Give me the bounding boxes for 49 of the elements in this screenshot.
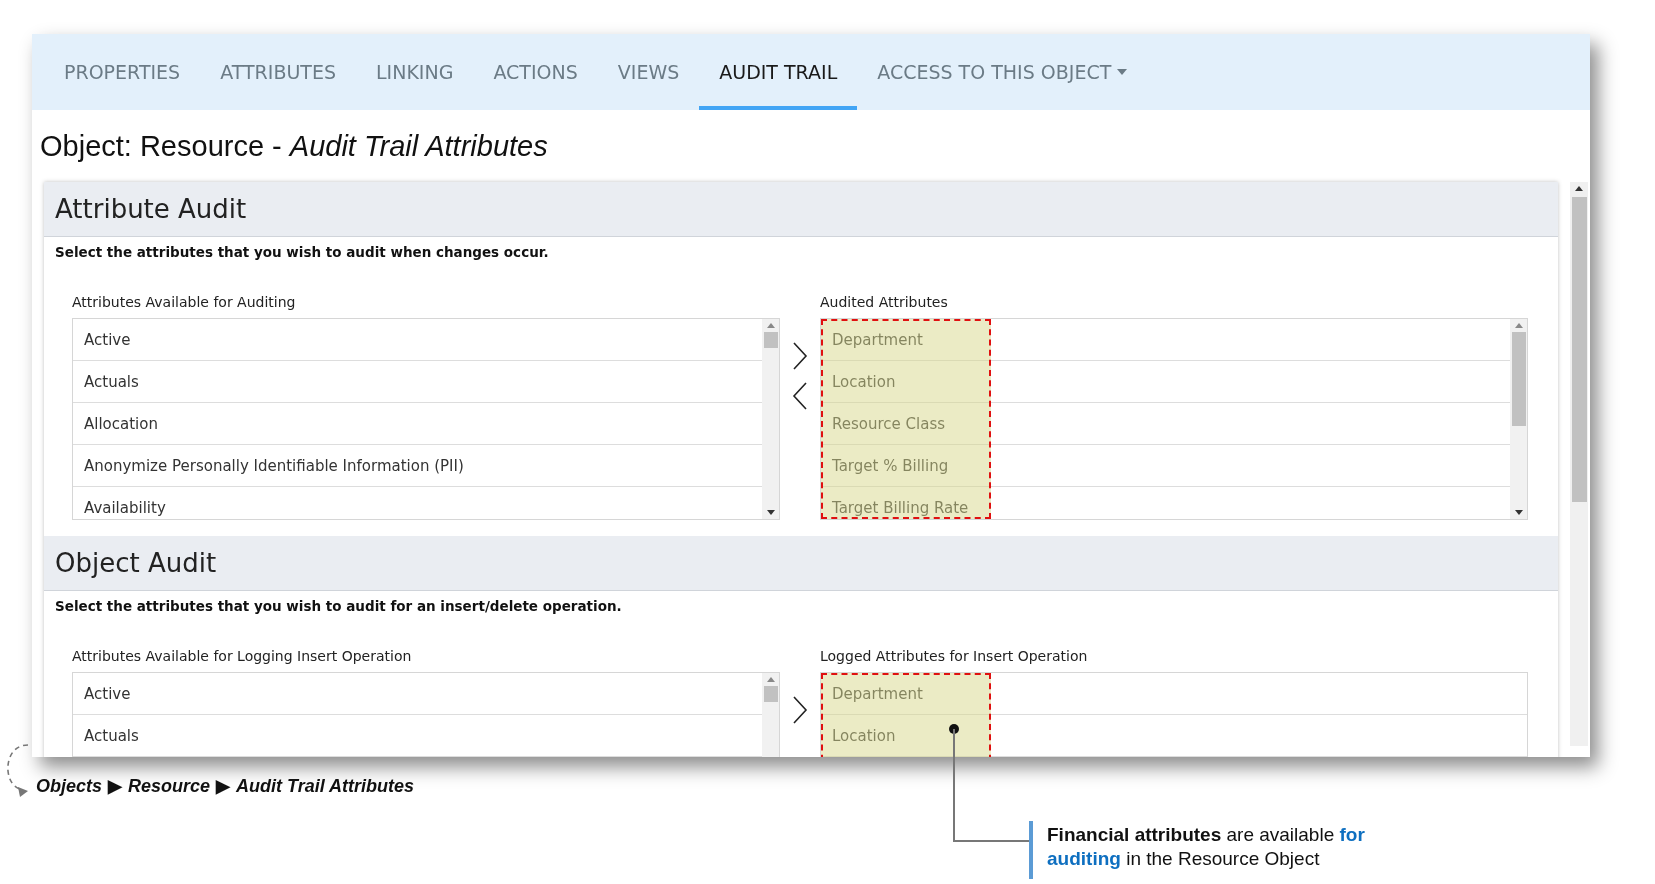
section-title: Object Audit xyxy=(55,548,217,578)
breadcrumb-item: Audit Trail Attributes xyxy=(236,775,415,797)
return-arrow-icon xyxy=(4,743,30,797)
list-item[interactable]: Resource Class xyxy=(821,403,1510,445)
scroll-thumb[interactable] xyxy=(763,332,778,348)
scrollbar[interactable] xyxy=(1570,182,1588,746)
scrollbar[interactable] xyxy=(1510,319,1527,519)
list-item[interactable]: Department xyxy=(821,319,1510,361)
breadcrumb-item: Objects xyxy=(36,775,103,797)
list-item[interactable]: Location xyxy=(821,715,1527,757)
scroll-up-icon[interactable] xyxy=(1575,186,1583,191)
list-item[interactable]: Actuals xyxy=(73,715,762,757)
instruction-text: Select the attributes that you wish to audit for an insert/delete operation. xyxy=(55,598,623,614)
tab[interactable]: PROPERTIES xyxy=(44,34,201,110)
list-item[interactable]: Anonymize Personally Identifiable Information (PII) xyxy=(73,445,762,487)
instruction-text: Select the attributes that you wish to audit when changes occur. xyxy=(55,244,550,260)
caret-icon xyxy=(1117,69,1128,75)
scroll-down-icon[interactable] xyxy=(1514,510,1523,515)
chevron-right-icon[interactable] xyxy=(792,696,808,724)
list-item[interactable]: Actuals xyxy=(73,361,762,403)
list-label: Attributes Available for Auditing xyxy=(72,294,297,310)
tab[interactable]: LINKING xyxy=(356,34,474,110)
scroll-thumb[interactable] xyxy=(763,686,778,702)
list-item[interactable]: Location xyxy=(821,361,1510,403)
list-label: Attributes Available for Logging Insert Operation xyxy=(72,648,413,664)
list-item[interactable]: Active xyxy=(73,673,762,715)
tab[interactable]: AUDIT TRAIL xyxy=(699,34,858,110)
list-label: Logged Attributes for Insert Operation xyxy=(820,648,1089,664)
callout-text: Financial attributes are available for auditing in the Resource Object xyxy=(1047,823,1366,871)
tab[interactable]: ATTRIBUTES xyxy=(200,34,356,110)
list-item[interactable]: Target % Billing xyxy=(821,445,1510,487)
list-item[interactable]: Department xyxy=(821,673,1527,715)
breadcrumb-separator: ▶ xyxy=(216,775,231,797)
scroll-thumb[interactable] xyxy=(1511,332,1526,426)
list-label: Audited Attributes xyxy=(820,294,949,310)
tab[interactable]: VIEWS xyxy=(597,34,700,110)
scroll-thumb[interactable] xyxy=(1571,197,1587,502)
breadcrumb-separator: ▶ xyxy=(108,775,123,797)
scroll-down-icon[interactable] xyxy=(766,510,775,515)
section-title: Attribute Audit xyxy=(55,194,247,224)
page-title: Object: Resource - Audit Trail Attributes xyxy=(39,128,549,164)
tab[interactable]: ACTIONS xyxy=(473,34,598,110)
list-item[interactable]: Allocation xyxy=(73,403,762,445)
chevron-right-icon[interactable] xyxy=(792,342,808,370)
chevron-left-icon[interactable] xyxy=(792,382,808,410)
scrollbar[interactable] xyxy=(762,319,779,519)
list-item[interactable]: Active xyxy=(73,319,762,361)
tab[interactable]: ACCESS TO THIS OBJECT xyxy=(857,34,1148,110)
breadcrumb-item: Resource xyxy=(128,775,211,797)
